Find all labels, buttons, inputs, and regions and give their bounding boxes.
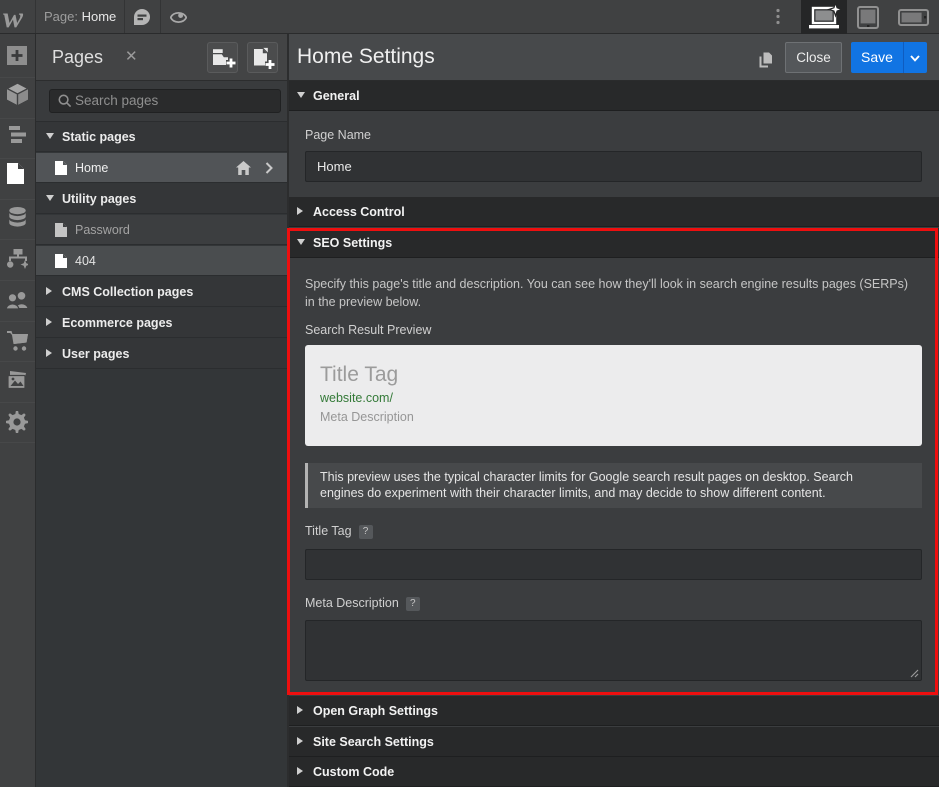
- svg-text:w: w: [3, 1, 24, 34]
